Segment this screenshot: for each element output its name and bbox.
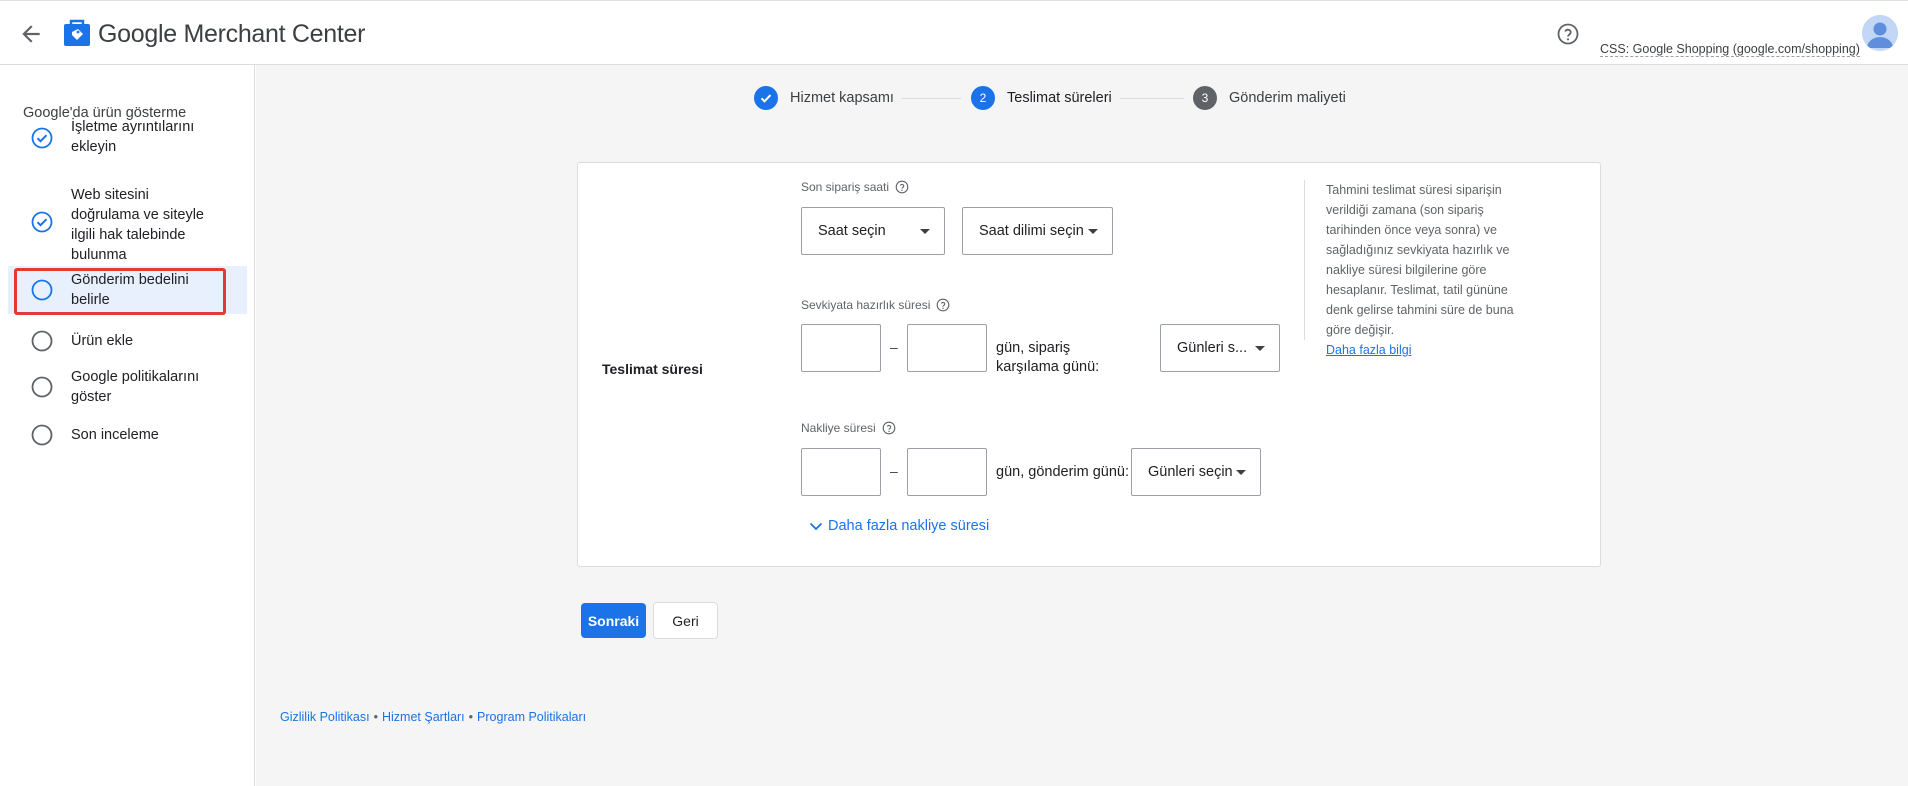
- transit-min-input[interactable]: [801, 448, 881, 496]
- stepper-step-shipping-cost[interactable]: 3 Gönderim maliyeti: [1193, 86, 1346, 110]
- back-arrow-icon[interactable]: [18, 21, 44, 47]
- sidebar-item-label: Gönderim bedelini belirle: [71, 272, 189, 308]
- program-policies-link[interactable]: Program Politikaları: [477, 710, 586, 724]
- setup-sidebar: Google'da ürün gösterme İşletme ayrıntıl…: [0, 65, 255, 786]
- timezone-select[interactable]: Saat dilimi seçin: [962, 207, 1113, 255]
- info-text: Tahmini teslimat süresi siparişin verild…: [1326, 183, 1514, 337]
- transit-time-label-text: Nakliye süresi: [801, 421, 876, 435]
- terms-of-service-link[interactable]: Hizmet Şartları: [382, 710, 465, 724]
- delivery-time-card: Teslimat süresi Son sipariş saati Saat s…: [577, 162, 1601, 567]
- transit-time-label: Nakliye süresi: [801, 421, 896, 435]
- sidebar-item-label: İşletme ayrıntılarını ekleyin: [71, 119, 195, 155]
- cutoff-time-select[interactable]: Saat seçin: [801, 207, 945, 255]
- empty-circle-icon: [31, 424, 53, 446]
- sidebar-item-add-products[interactable]: Ürün ekle: [8, 326, 247, 356]
- stepper-connector: [1120, 98, 1184, 99]
- transit-days-select-value: Günleri seçin: [1148, 464, 1233, 480]
- dropdown-caret-icon: [1255, 346, 1265, 351]
- dropdown-caret-icon: [920, 229, 930, 234]
- stepper-label: Gönderim maliyeti: [1229, 90, 1346, 106]
- help-icon[interactable]: [895, 180, 909, 194]
- user-avatar[interactable]: [1862, 15, 1898, 51]
- main-content: Hizmet kapsamı 2 Teslimat süreleri 3 Gön…: [256, 65, 1908, 786]
- dropdown-caret-icon: [1236, 470, 1246, 475]
- timezone-select-value: Saat dilimi seçin: [979, 223, 1084, 239]
- stepper-label: Hizmet kapsamı: [790, 90, 894, 106]
- privacy-policy-link[interactable]: Gizlilik Politikası: [280, 710, 370, 724]
- sidebar-item-shipping-cost[interactable]: Gönderim bedelini belirle: [8, 266, 247, 314]
- handling-max-input[interactable]: [907, 324, 987, 372]
- empty-circle-icon: [31, 279, 53, 301]
- sidebar-item-business-details[interactable]: İşletme ayrıntılarını ekleyin: [8, 117, 247, 157]
- stepper-step-delivery-times[interactable]: 2 Teslimat süreleri: [971, 86, 1112, 110]
- range-separator: –: [890, 463, 898, 479]
- more-transit-time-link[interactable]: Daha fazla nakliye süresi: [808, 518, 989, 534]
- top-app-bar: Google Merchant Center CSS: Google Shopp…: [0, 0, 1908, 65]
- check-circle-icon: [31, 211, 53, 233]
- check-icon: [754, 86, 778, 110]
- sidebar-item-google-policies[interactable]: Google politikalarını göster: [8, 365, 247, 409]
- merchant-center-logo-icon: [63, 19, 91, 47]
- handling-min-input[interactable]: [801, 324, 881, 372]
- stepper-connector: [901, 98, 961, 99]
- handling-time-label-text: Sevkiyata hazırlık süresi: [801, 298, 931, 312]
- learn-more-link[interactable]: Daha fazla bilgi: [1326, 343, 1411, 357]
- footer-separator: •: [468, 710, 474, 724]
- css-account-link[interactable]: CSS: Google Shopping (google.com/shoppin…: [1600, 42, 1860, 57]
- dropdown-caret-icon: [1088, 229, 1098, 234]
- step-number: 2: [971, 86, 995, 110]
- empty-circle-icon: [31, 330, 53, 352]
- handling-time-label: Sevkiyata hazırlık süresi: [801, 298, 950, 312]
- range-separator: –: [890, 339, 898, 355]
- cutoff-time-label-text: Son sipariş saati: [801, 180, 890, 194]
- sidebar-item-label: Google politikalarını göster: [71, 369, 200, 405]
- empty-circle-icon: [31, 376, 53, 398]
- sidebar-item-website-verification[interactable]: Web sitesini doğrulama ve siteyle ilgili…: [8, 185, 247, 265]
- transit-days-text: gün, gönderim günü:: [996, 464, 1130, 480]
- handling-days-select-value: Günleri s...: [1177, 340, 1248, 356]
- check-circle-icon: [31, 127, 53, 149]
- transit-days-select[interactable]: Günleri seçin: [1131, 448, 1261, 496]
- sidebar-item-label: Ürün ekle: [71, 333, 134, 349]
- app-title: Google Merchant Center: [98, 20, 366, 48]
- delivery-time-label: Teslimat süresi: [602, 361, 703, 377]
- cutoff-time-select-value: Saat seçin: [818, 223, 886, 239]
- help-icon[interactable]: [882, 421, 896, 435]
- chevron-down-icon: [809, 522, 823, 531]
- sidebar-item-label: Son inceleme: [71, 427, 159, 443]
- stepper-step-service-area[interactable]: Hizmet kapsamı: [754, 86, 894, 110]
- handling-days-select[interactable]: Günleri s...: [1160, 324, 1280, 372]
- sidebar-item-final-review[interactable]: Son inceleme: [8, 420, 247, 450]
- info-panel: Tahmini teslimat süresi siparişin verild…: [1304, 180, 1534, 357]
- step-number: 3: [1193, 86, 1217, 110]
- footer-links: Gizlilik Politikası • Hizmet Şartları • Prog…: [280, 710, 586, 724]
- sidebar-item-label: Web sitesini doğrulama ve siteyle ilgili…: [71, 187, 204, 263]
- stepper-label: Teslimat süreleri: [1007, 90, 1112, 106]
- handling-days-text: gün, sipariş karşılama günü:: [996, 340, 1100, 375]
- next-button[interactable]: Sonraki: [581, 603, 646, 638]
- cutoff-time-label: Son sipariş saati: [801, 180, 909, 194]
- help-icon[interactable]: [936, 298, 950, 312]
- help-circle-icon[interactable]: [1556, 22, 1580, 46]
- more-transit-time-link-text: Daha fazla nakliye süresi: [828, 518, 990, 534]
- footer-separator: •: [373, 710, 378, 724]
- back-button[interactable]: Geri: [653, 602, 718, 639]
- transit-max-input[interactable]: [907, 448, 987, 496]
